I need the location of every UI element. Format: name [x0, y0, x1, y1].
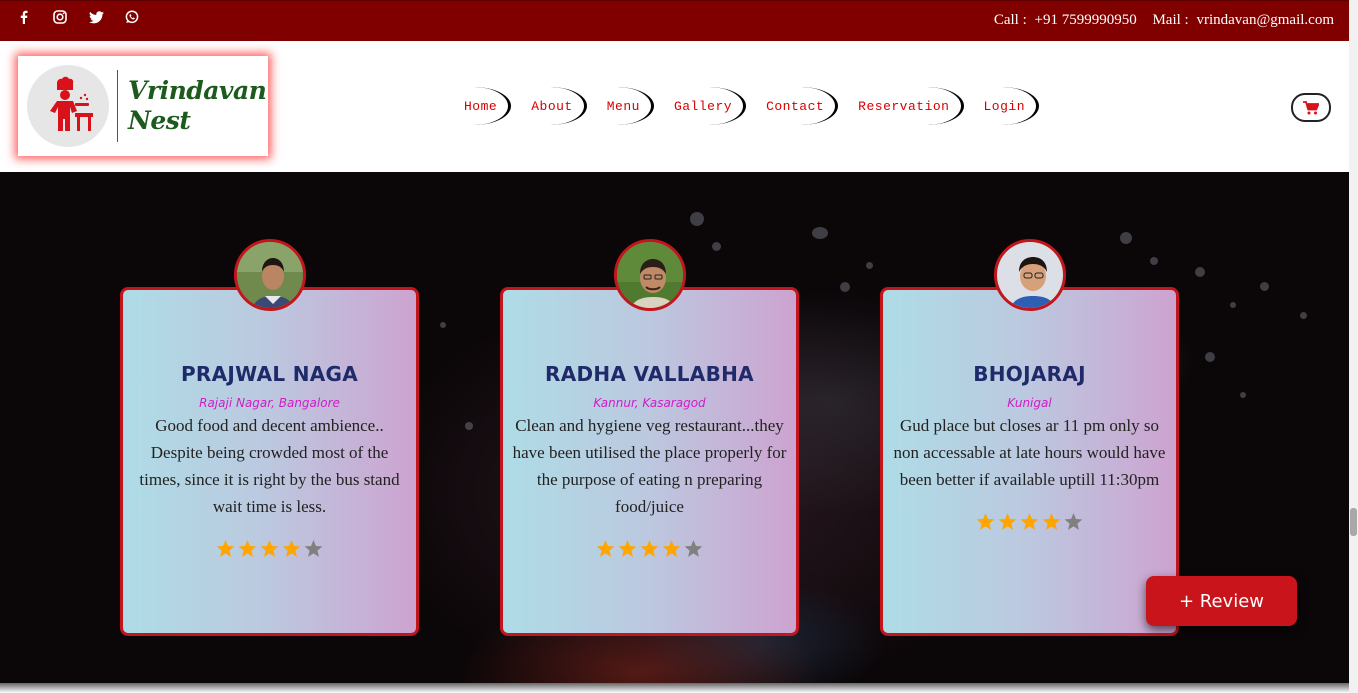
reviewer-name: BHOJARAJ [973, 362, 1086, 386]
brand-line-1: Vrindavan [128, 76, 267, 105]
star-filled-icon [260, 540, 279, 557]
section-bottom-edge [0, 683, 1349, 693]
star-filled-icon [998, 513, 1017, 530]
star-filled-icon [618, 540, 637, 557]
reviewer-name: RADHA VALLABHA [545, 362, 754, 386]
email-address[interactable]: vrindavan@gmail.com [1196, 12, 1334, 28]
reviewer-name: PRAJWAL NAGA [180, 362, 359, 386]
nav-home[interactable]: Home [452, 86, 512, 126]
avatar [993, 239, 1066, 311]
review-text: Gud place but closes ar 11 pm only so no… [893, 416, 1166, 489]
nav-reservation[interactable]: Reservation [846, 86, 964, 126]
cart-button[interactable] [1291, 93, 1331, 122]
star-empty-icon [1064, 513, 1083, 530]
nav-contact[interactable]: Contact [754, 86, 839, 126]
facebook-icon[interactable] [6, 7, 42, 27]
brand-line-2: Nest [128, 106, 191, 135]
logo-divider [117, 70, 118, 142]
star-filled-icon [238, 540, 257, 557]
nav-login[interactable]: Login [972, 86, 1040, 126]
avatar [233, 239, 306, 311]
star-filled-icon [1020, 513, 1039, 530]
call-label: Call : [993, 12, 1027, 28]
testimonial-card: RADHA VALLABHA Kannur, Kasaragod Clean a… [500, 239, 799, 636]
star-filled-icon [640, 540, 659, 557]
rating-stars [883, 513, 1176, 531]
star-empty-icon [684, 540, 703, 557]
review-text: Good food and decent ambience.. Despite … [139, 416, 400, 516]
rating-stars [503, 540, 796, 558]
nav-gallery[interactable]: Gallery [662, 86, 747, 126]
cart-icon [1303, 100, 1319, 114]
instagram-icon[interactable] [42, 7, 78, 27]
page-scrollbar[interactable] [1349, 0, 1358, 693]
twitter-icon[interactable] [78, 7, 114, 27]
reviewer-location: Rajaji Nagar, Bangalore [199, 396, 340, 410]
star-filled-icon [1042, 513, 1061, 530]
reviewer-location: Kunigal [1007, 396, 1052, 410]
star-filled-icon [216, 540, 235, 557]
logo[interactable]: Vrindavan Nest [18, 56, 268, 156]
phone-number[interactable]: +91 7599990950 [1035, 12, 1137, 28]
brand-name: Vrindavan Nest [128, 76, 267, 136]
star-filled-icon [282, 540, 301, 557]
add-review-button[interactable]: + Review [1146, 576, 1297, 626]
nav-about[interactable]: About [519, 86, 587, 126]
nav-menu[interactable]: Menu [595, 86, 655, 126]
whatsapp-icon[interactable] [114, 7, 150, 27]
star-filled-icon [596, 540, 615, 557]
testimonial-card: PRAJWAL NAGA Rajaji Nagar, Bangalore Goo… [120, 239, 419, 636]
main-nav: Home About Menu Gallery Contact Reservat… [452, 86, 1047, 126]
star-filled-icon [976, 513, 995, 530]
rating-stars [123, 540, 416, 558]
star-filled-icon [662, 540, 681, 557]
testimonial-card: BHOJARAJ Kunigal Gud place but closes ar… [880, 239, 1179, 636]
reviewer-location: Kannur, Kasaragod [593, 396, 706, 410]
star-empty-icon [304, 540, 323, 557]
social-links [6, 7, 150, 27]
top-bar: Call : +91 7599990950 Mail : vrindavan@g… [0, 0, 1349, 41]
chef-logo-icon [27, 65, 109, 147]
scrollbar-thumb[interactable] [1350, 508, 1357, 536]
review-text: Clean and hygiene veg restaurant...they … [512, 416, 787, 516]
site-header: Vrindavan Nest Home About Menu Gallery C… [0, 41, 1349, 172]
contact-info: Call : +91 7599990950 Mail : vrindavan@g… [994, 12, 1334, 29]
mail-label: Mail : [1152, 12, 1189, 28]
avatar [613, 239, 686, 311]
